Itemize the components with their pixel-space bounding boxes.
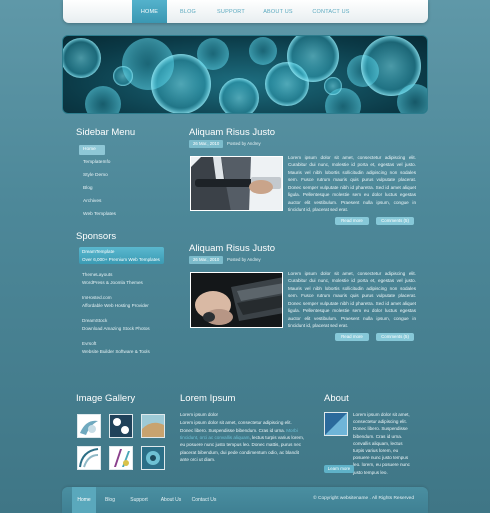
lorem-text: Donec libero. Suspendisse bibendum. Cras… [180,428,285,433]
nav-contact-us[interactable]: CONTACT US [308,0,354,23]
copyright: © Copyright websitename . All Rights Res… [313,496,414,501]
gallery-thumb[interactable] [109,414,133,438]
gallery-title: Image Gallery [76,393,136,404]
sponsor-desc: Over 6,000+ Premium Web Templates [82,257,160,262]
sponsor-name[interactable]: ThemeLayouts [82,271,112,279]
sidebar-item-web-templates[interactable]: Web Templates [79,210,161,220]
lorem-heading-line: Lorem ipsum dolor [180,412,219,417]
sponsor-name[interactable]: Evrsoft [82,340,96,348]
post-body: Lorem ipsum dolor sit amet, consectetur … [288,271,416,329]
about-text: Lorem ipsum dolor sit amet, consectetur … [353,412,410,475]
nav-support[interactable]: SUPPORT [211,0,251,23]
lorem-paragraph: Donec libero. Suspendisse bibendum. Cras… [180,427,308,463]
nav-about-us[interactable]: ABOUT US [258,0,298,23]
sponsor-name[interactable]: ImHosted.com [82,294,112,302]
lorem-title: Lorem Ipsum [180,393,236,404]
sponsors-title: Sponsors [76,231,117,242]
footer-support[interactable]: Support [124,487,154,513]
businessman-image [191,157,282,210]
comments-button[interactable]: Comments (5) [376,217,414,225]
sponsor-desc: Affordable Web Hosting Provider [82,303,149,308]
footer-contact-us[interactable]: Contact Us [188,487,220,513]
post-image-business [190,156,283,211]
sidebar-item-home[interactable]: Home [79,145,105,155]
post-body: Lorem ipsum dolor sit amet, consectetur … [288,155,416,213]
sidebar-title: Sidebar Menu [76,127,136,138]
sidebar-item-style-demo[interactable]: Style Demo [79,171,161,181]
sidebar-item-blog[interactable]: Blog [79,184,161,194]
about-thumb [324,412,348,436]
read-more-button[interactable]: Read more [335,217,369,225]
nav-blog[interactable]: BLOG [171,0,205,23]
post-author: Posted by Andrey [227,141,261,146]
gallery-thumb[interactable] [109,446,133,470]
sponsor-desc: WordPress & Joomla Themes [82,280,143,285]
nav-home[interactable]: HOME [132,0,167,23]
footer-about-us[interactable]: About Us [156,487,186,513]
laptop-hand-image [191,273,282,327]
gallery-thumb[interactable] [141,446,165,470]
sponsor-desc: Website Builder Software & Tools [82,349,150,354]
sponsor-desc: Download Amazing Stock Photos [82,326,150,331]
gallery-thumb[interactable] [141,414,165,438]
sponsor-name[interactable]: DreamTemplate [82,248,114,256]
bokeh-banner-image [63,36,427,113]
learn-more-button[interactable]: Learn more [324,465,354,473]
sponsor-name[interactable]: DreamStock [82,317,107,325]
hero-banner [62,35,428,114]
sidebar-item-templateinfo[interactable]: TemplateInfo [79,158,161,168]
comments-button[interactable]: Comments (5) [376,333,414,341]
footer-home[interactable]: Home [72,487,96,513]
about-title: About [324,393,349,404]
post-date: 26 Mar., 2010 [189,256,224,264]
post-date: 26 Mar., 2010 [189,140,224,148]
post-image-laptop [190,272,283,328]
read-more-button[interactable]: Read more [335,333,369,341]
gallery-thumb[interactable] [77,446,101,470]
footer: Home Blog Support About Us Contact Us © … [62,487,428,513]
post-author: Posted by Andrey [227,257,261,262]
gallery-thumb[interactable] [77,414,101,438]
post-title[interactable]: Aliquam Risus Justo [189,127,275,138]
sidebar-item-archives[interactable]: Archives [79,197,161,207]
post-title[interactable]: Aliquam Risus Justo [189,243,275,254]
footer-blog[interactable]: Blog [100,487,120,513]
lorem-line: Lorem ipsum dolor sit amet, consectetur … [180,420,292,425]
top-navigation: HOME BLOG SUPPORT ABOUT US CONTACT US [63,0,428,23]
